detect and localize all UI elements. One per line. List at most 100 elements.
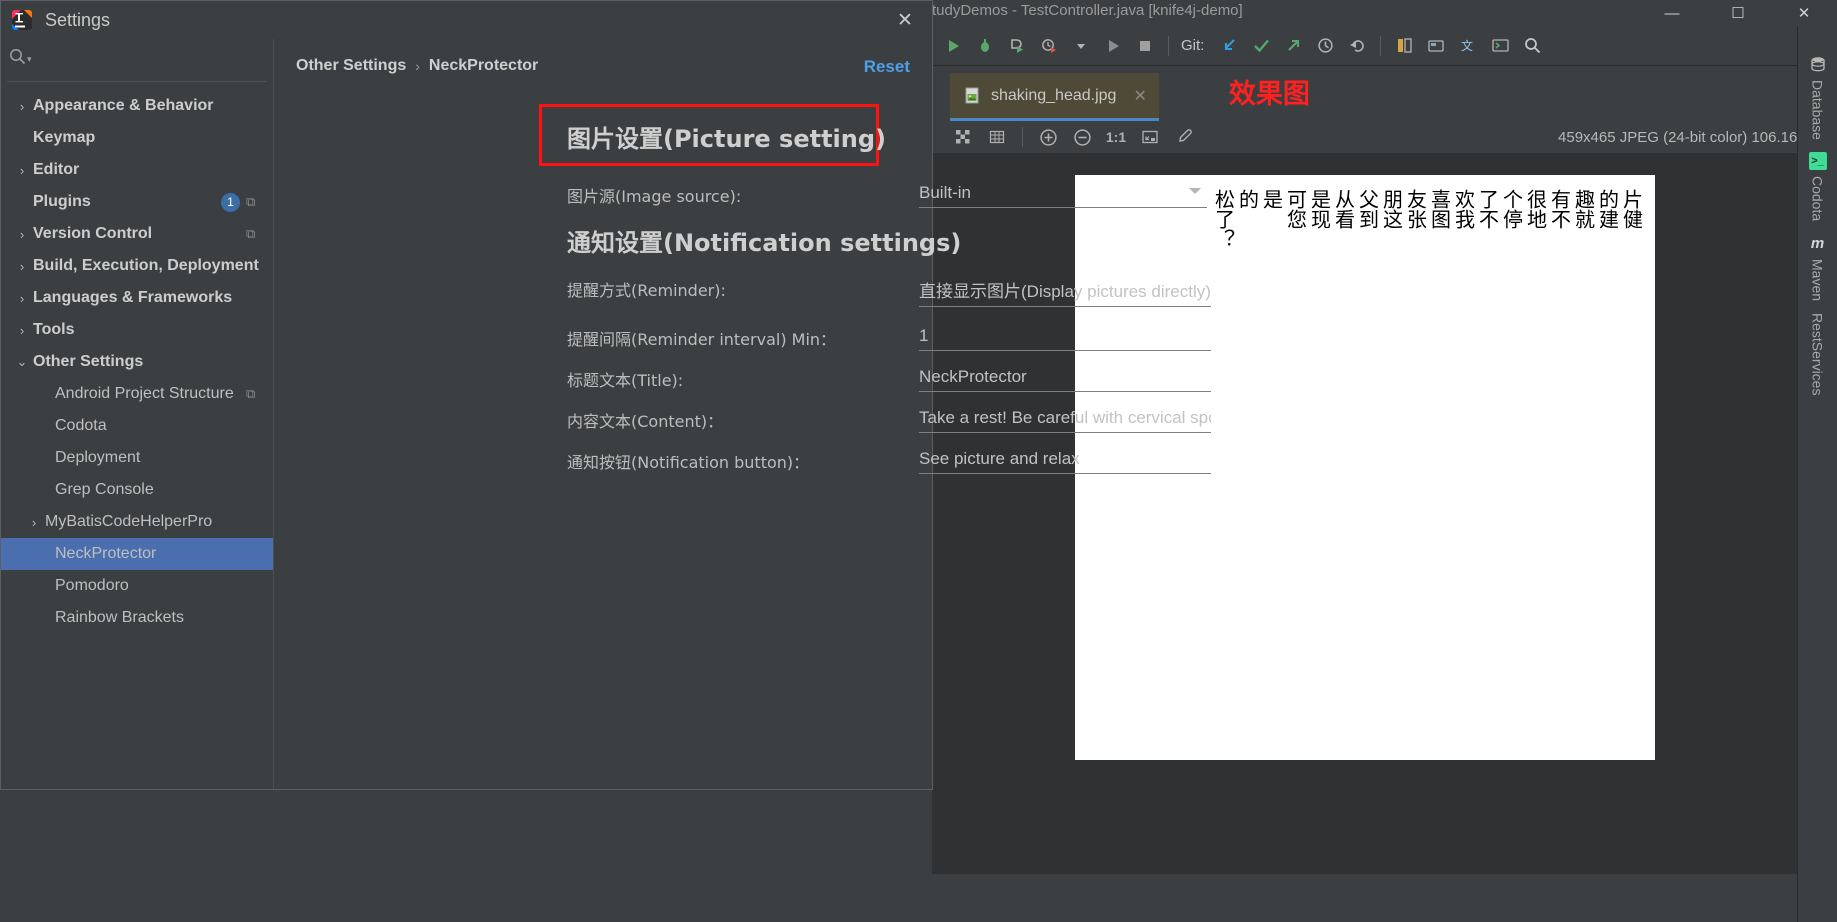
close-icon[interactable]: ✕ xyxy=(878,1,932,39)
label-image-source: 图片源(Image source): xyxy=(567,187,742,206)
translate-icon[interactable]: 文 xyxy=(1453,31,1483,61)
copy-settings-icon[interactable]: ⧉ xyxy=(246,226,255,242)
image-text-col-13: 是现 xyxy=(1307,189,1332,229)
sidebar-item-label: MyBatisCodeHelperPro xyxy=(45,513,213,530)
actual-size-label[interactable]: 1:1 xyxy=(1101,124,1131,150)
chevron-right-icon[interactable]: › xyxy=(11,291,33,306)
zoom-in-icon[interactable] xyxy=(1033,124,1063,150)
input-title[interactable]: NeckProtector xyxy=(919,367,1211,392)
codota-icon: >_ xyxy=(1808,151,1827,170)
ide-title-bar: tudyDemos - TestController.java [knife4j… xyxy=(932,0,1837,26)
chevron-right-icon[interactable]: › xyxy=(11,163,33,178)
combo-image-source[interactable]: Built-in xyxy=(919,183,1207,208)
sidebar-item-grep-console[interactable]: ›Grep Console xyxy=(1,474,273,506)
minimize-button[interactable]: — xyxy=(1639,0,1705,26)
diff-icon[interactable] xyxy=(1389,31,1419,61)
terminal-icon[interactable] xyxy=(1485,31,1515,61)
breadcrumb-current: NeckProtector xyxy=(428,57,539,74)
settings-title-bar: Settings ✕ xyxy=(1,1,932,39)
search-everywhere-icon[interactable] xyxy=(1517,31,1547,61)
chevron-right-icon[interactable]: › xyxy=(23,515,45,530)
sidebar-item-plugins[interactable]: ›Plugins 1 ⧉ xyxy=(1,186,273,218)
label-notification-button: 通知按钮(Notification button)： xyxy=(567,453,810,472)
color-picker-icon[interactable] xyxy=(1169,124,1199,150)
maximize-button[interactable]: ☐ xyxy=(1705,0,1771,26)
sidebar-item-other-settings[interactable]: ⌄ Other Settings xyxy=(1,346,273,378)
run-alt-icon[interactable] xyxy=(1098,31,1128,61)
picture-setting-section-title: 图片设置(Picture setting) xyxy=(567,125,887,153)
sidebar-item-build-execution-deployment[interactable]: › Build, Execution, Deployment xyxy=(1,250,273,282)
value-content: Take a rest! Be careful with cervical sp… xyxy=(919,408,1211,427)
sidebar-item-tools[interactable]: › Tools xyxy=(1,314,273,346)
debug-icon[interactable] xyxy=(970,31,1000,61)
sidebar-item-keymap[interactable]: ›Keymap xyxy=(1,122,273,154)
run-with-coverage-icon[interactable] xyxy=(1002,31,1032,61)
form-row-content: 内容文本(Content)： Take a rest! Be careful w… xyxy=(567,408,1211,433)
sidebar-item-mybatiscodehelperpro[interactable]: › MyBatisCodeHelperPro xyxy=(1,506,273,538)
stop-icon[interactable] xyxy=(1130,31,1160,61)
svg-text:文: 文 xyxy=(1461,38,1473,53)
chevron-right-icon[interactable]: › xyxy=(11,227,33,242)
plugins-update-badge: 1 xyxy=(221,192,240,212)
rail-item-maven[interactable]: m Maven xyxy=(1808,233,1828,302)
rail-item-restservices[interactable]: RestServices xyxy=(1810,313,1826,395)
sidebar-item-android-project-structure[interactable]: ›Android Project Structure ⧉ xyxy=(1,378,273,410)
chevron-right-icon[interactable]: › xyxy=(11,323,33,338)
close-window-button[interactable]: ✕ xyxy=(1771,0,1837,26)
grid-icon[interactable] xyxy=(982,124,1012,150)
form-row-image-source: 图片源(Image source): Built-in xyxy=(567,183,1207,208)
sidebar-item-label: Appearance & Behavior xyxy=(33,97,214,114)
form-row-reminder: 提醒方式(Reminder): 直接显示图片(Display pictures … xyxy=(567,277,1211,307)
chevron-right-icon[interactable]: › xyxy=(11,259,33,274)
sidebar-item-editor[interactable]: › Editor xyxy=(1,154,273,186)
input-content[interactable]: Take a rest! Be careful with cervical sp… xyxy=(919,408,1211,433)
image-text-col-10: 朋这 xyxy=(1379,189,1404,229)
sidebar-item-label: Languages & Frameworks xyxy=(33,289,233,306)
git-push-icon[interactable] xyxy=(1278,31,1308,61)
sidebar-item-appearance-behavior[interactable]: › Appearance & Behavior xyxy=(1,90,273,122)
value-reminder: 直接显示图片(Display pictures directly) xyxy=(919,282,1211,301)
sidebar-item-pomodoro[interactable]: ›Pomodoro xyxy=(1,570,273,602)
history-icon[interactable] xyxy=(1310,31,1340,61)
sidebar-item-rainbow-brackets[interactable]: ›Rainbow Brackets xyxy=(1,602,273,634)
fit-to-window-icon[interactable] xyxy=(1135,124,1165,150)
sidebar-item-label: Plugins xyxy=(33,193,91,210)
sidebar-item-deployment[interactable]: ›Deployment xyxy=(1,442,273,474)
chevron-down-icon[interactable] xyxy=(1189,188,1201,194)
chevron-right-icon[interactable]: › xyxy=(11,99,33,114)
chevron-down-icon[interactable]: ⌄ xyxy=(11,354,33,370)
git-update-icon[interactable] xyxy=(1214,31,1244,61)
rail-item-database[interactable]: Database xyxy=(1808,54,1828,140)
image-text-col-8: 喜图 xyxy=(1427,189,1452,229)
sidebar-item-version-control[interactable]: › Version Control ⧉ xyxy=(1,218,273,250)
input-notification-button[interactable]: See picture and relax xyxy=(919,449,1211,474)
breadcrumb-parent[interactable]: Other Settings xyxy=(296,57,406,75)
editor-tab-shaking-head[interactable]: shaking_head.jpg ✕ xyxy=(950,73,1159,121)
close-icon[interactable]: ✕ xyxy=(1133,86,1146,106)
project-structure-icon[interactable] xyxy=(1421,31,1451,61)
run-icon[interactable] xyxy=(938,31,968,61)
transparency-grid-icon[interactable] xyxy=(948,124,978,150)
rail-item-codota[interactable]: >_ Codota xyxy=(1808,151,1827,221)
sidebar-item-codota[interactable]: ›Codota xyxy=(1,410,273,442)
input-reminder-interval[interactable]: 1 xyxy=(919,326,1211,351)
copy-settings-icon[interactable]: ⧉ xyxy=(246,194,255,210)
zoom-out-icon[interactable] xyxy=(1067,124,1097,150)
copy-settings-icon[interactable]: ⧉ xyxy=(246,386,255,402)
image-text-col-0: 片健 xyxy=(1619,189,1644,229)
sidebar-item-label: Version Control xyxy=(33,225,153,242)
image-text-col-12: 从看 xyxy=(1331,189,1356,229)
sidebar-item-neckprotector[interactable]: ›NeckProtector xyxy=(1,538,273,570)
chevron-down-icon[interactable]: ▾ xyxy=(27,54,32,65)
combo-reminder[interactable]: 直接显示图片(Display pictures directly) xyxy=(919,277,1211,307)
image-text-col-5: 个停 xyxy=(1499,189,1524,229)
git-commit-icon[interactable] xyxy=(1246,31,1276,61)
chevron-down-icon[interactable] xyxy=(1066,31,1096,61)
image-viewer-canvas-area: 片健 的建 趣就 有不 很地 个停 了不 欢我 喜图 友张 朋这 父到 从看 是… xyxy=(932,153,1797,874)
profile-icon[interactable] xyxy=(1034,31,1064,61)
rollback-icon[interactable] xyxy=(1342,31,1372,61)
sidebar-item-languages-frameworks[interactable]: › Languages & Frameworks xyxy=(1,282,273,314)
settings-search-input[interactable]: ▾ xyxy=(1,39,273,79)
editor-tab-label: shaking_head.jpg xyxy=(991,86,1117,104)
reset-link[interactable]: Reset xyxy=(864,57,910,77)
